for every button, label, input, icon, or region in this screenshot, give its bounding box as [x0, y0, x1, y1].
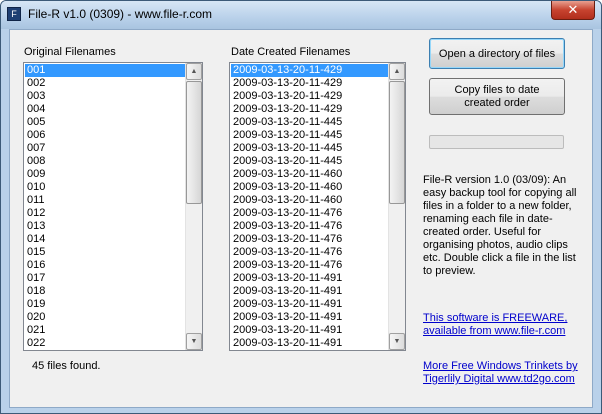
list-item[interactable]: 2009-03-13-20-11-460 [231, 194, 388, 207]
list-item[interactable]: 001 [25, 64, 185, 77]
list-item[interactable]: 007 [25, 142, 185, 155]
scroll-down-icon[interactable]: ▼ [389, 333, 405, 350]
freeware-link-line2[interactable]: available from www.file-r.com [423, 325, 565, 338]
close-button[interactable]: ✕ [551, 1, 595, 20]
list-item[interactable]: 2009-03-13-20-11-460 [231, 181, 388, 194]
list-item[interactable]: 016 [25, 259, 185, 272]
list-item[interactable]: 2009-03-13-20-11-491 [231, 272, 388, 285]
date-created-filenames-list[interactable]: 2009-03-13-20-11-429 2009-03-13-20-11-429… [229, 62, 406, 351]
list-item[interactable]: 014 [25, 233, 185, 246]
copy-button-label-line1: Copy files to date [454, 83, 540, 96]
date-created-filenames-label: Date Created Filenames [231, 46, 351, 58]
list-item[interactable]: 2009-03-13-20-11-476 [231, 246, 388, 259]
copy-progress-bar [429, 135, 564, 149]
list-item[interactable]: 017 [25, 272, 185, 285]
list-item[interactable]: 006 [25, 129, 185, 142]
original-filenames-label: Original Filenames [24, 46, 116, 58]
list-item[interactable]: 003 [25, 90, 185, 103]
list-item[interactable]: 2009-03-13-20-11-429 [231, 103, 388, 116]
copy-to-date-order-button[interactable]: Copy files to date created order [429, 78, 565, 115]
trinkets-link-line1[interactable]: More Free Windows Trinkets by [423, 360, 578, 373]
client-area: Original Filenames 001 002 003 004 005 006 007… [9, 29, 593, 408]
date-list-scrollbar[interactable]: ▲ ▼ [388, 63, 405, 350]
list-item[interactable]: 015 [25, 246, 185, 259]
list-item[interactable]: 013 [25, 220, 185, 233]
list-item[interactable]: 2009-03-13-20-11-429 [231, 77, 388, 90]
files-found-status: 45 files found. [32, 360, 101, 372]
list-item[interactable]: 2009-03-13-20-11-476 [231, 259, 388, 272]
window-title: File-R v1.0 (0309) - www.file-r.com [28, 7, 213, 21]
list-item[interactable]: 2009-03-13-20-11-476 [231, 220, 388, 233]
list-item[interactable]: 009 [25, 168, 185, 181]
scroll-up-icon[interactable]: ▲ [389, 63, 405, 80]
list-item[interactable]: 2009-03-13-20-11-460 [231, 168, 388, 181]
copy-button-label-line2: created order [464, 96, 530, 109]
list-item[interactable]: 018 [25, 285, 185, 298]
list-item[interactable]: 2009-03-13-20-11-429 [231, 64, 388, 77]
list-item[interactable]: 010 [25, 181, 185, 194]
list-item[interactable]: 2009-03-13-20-11-445 [231, 155, 388, 168]
list-item[interactable]: 2009-03-13-20-11-476 [231, 207, 388, 220]
app-description: File-R version 1.0 (03/09): An easy back… [423, 174, 577, 277]
list-item[interactable]: 2009-03-13-20-11-445 [231, 142, 388, 155]
date-created-filenames-items: 2009-03-13-20-11-429 2009-03-13-20-11-429… [231, 64, 388, 350]
open-directory-button[interactable]: Open a directory of files [429, 38, 565, 69]
list-item[interactable]: 2009-03-13-20-11-445 [231, 129, 388, 142]
freeware-link-line1[interactable]: This software is FREEWARE, [423, 312, 567, 325]
title-bar[interactable]: F File-R v1.0 (0309) - www.file-r.com ✕ [1, 1, 601, 29]
original-list-scrollbar[interactable]: ▲ ▼ [185, 63, 202, 350]
list-item[interactable]: 021 [25, 324, 185, 337]
list-item[interactable]: 2009-03-13-20-11-491 [231, 311, 388, 324]
list-item[interactable]: 011 [25, 194, 185, 207]
scroll-thumb[interactable] [389, 81, 405, 204]
list-item[interactable]: 004 [25, 103, 185, 116]
list-item[interactable]: 008 [25, 155, 185, 168]
scroll-down-icon[interactable]: ▼ [186, 333, 202, 350]
trinkets-link-line2[interactable]: Tigerlily Digital www.td2go.com [423, 373, 575, 386]
list-item[interactable]: 005 [25, 116, 185, 129]
list-item[interactable]: 2009-03-13-20-11-491 [231, 324, 388, 337]
open-directory-button-label: Open a directory of files [438, 47, 556, 60]
app-icon: F [7, 7, 21, 21]
list-item[interactable]: 2009-03-13-20-11-429 [231, 90, 388, 103]
list-item[interactable]: 2009-03-13-20-11-476 [231, 233, 388, 246]
list-item[interactable]: 012 [25, 207, 185, 220]
scroll-thumb[interactable] [186, 81, 202, 204]
scroll-up-icon[interactable]: ▲ [186, 63, 202, 80]
list-item[interactable]: 020 [25, 311, 185, 324]
list-item[interactable]: 019 [25, 298, 185, 311]
list-item[interactable]: 2009-03-13-20-11-491 [231, 298, 388, 311]
app-window: F File-R v1.0 (0309) - www.file-r.com ✕ … [0, 0, 602, 414]
list-item[interactable]: 2009-03-13-20-11-491 [231, 285, 388, 298]
original-filenames-items: 001 002 003 004 005 006 007 008 009 010 011 012 013 0… [25, 64, 185, 350]
list-item[interactable]: 022 [25, 337, 185, 350]
list-item[interactable]: 2009-03-13-20-11-445 [231, 116, 388, 129]
list-item[interactable]: 2009-03-13-20-11-491 [231, 337, 388, 350]
list-item[interactable]: 002 [25, 77, 185, 90]
original-filenames-list[interactable]: 001 002 003 004 005 006 007 008 009 010 011 012 013 0… [23, 62, 203, 351]
